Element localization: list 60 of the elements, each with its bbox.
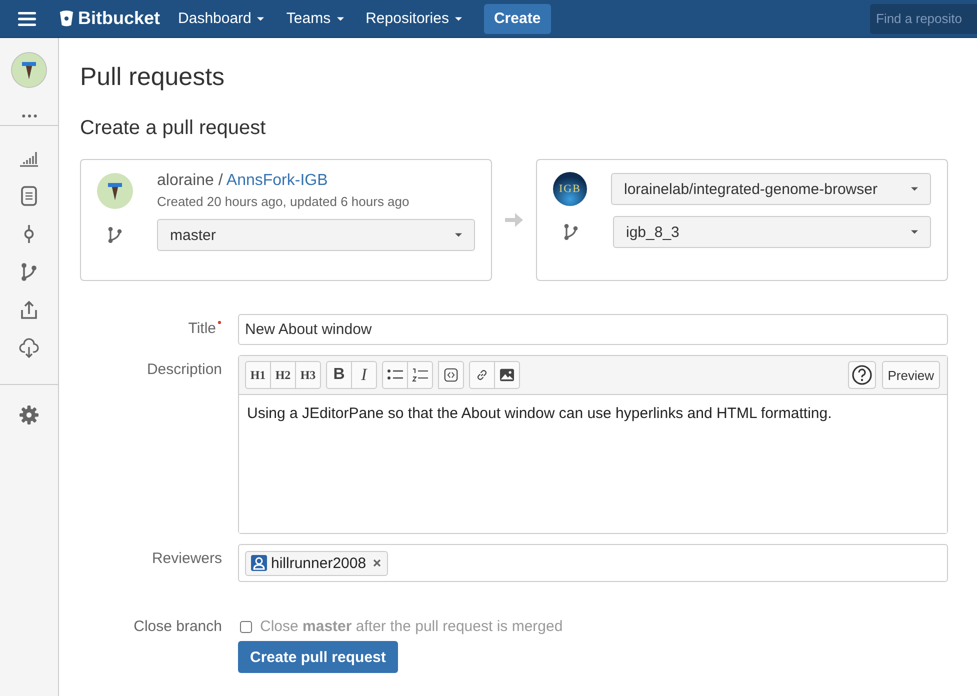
page-title: Pull requests (80, 62, 226, 92)
preview-button[interactable]: Preview (882, 361, 940, 389)
separator: / (217, 172, 224, 189)
repository-select[interactable]: lorainelab/integrated-genome-browser (611, 173, 931, 205)
owner-name: aloraine (157, 172, 214, 189)
caret-icon (911, 230, 918, 234)
branch-select[interactable]: master (157, 219, 475, 251)
reviewers-field[interactable]: hillrunner2008 (238, 544, 948, 582)
caret-icon (455, 233, 462, 237)
menu-icon[interactable] (18, 12, 36, 26)
code-button[interactable] (438, 361, 464, 389)
repo-link[interactable]: AnnsFork-IGB (226, 172, 328, 189)
branch-icon[interactable] (19, 262, 39, 282)
bold-button[interactable]: B (326, 361, 352, 389)
numbered-list-icon (412, 368, 428, 382)
bucket-logo-icon (59, 10, 74, 27)
image-icon (499, 368, 515, 382)
create-button[interactable]: Create (484, 4, 551, 34)
field-label: Close branch (134, 618, 222, 635)
title-field[interactable]: New About window (238, 314, 948, 345)
user-icon (251, 555, 267, 571)
nav-menu[interactable]: Dashboard (178, 10, 264, 27)
heading-button[interactable]: H3 (295, 361, 321, 389)
section-title: Create a pull request (80, 116, 267, 141)
search-field[interactable]: Find a reposito (870, 4, 977, 34)
heading-button[interactable]: H2 (270, 361, 296, 389)
branch-select[interactable]: igb_8_3 (613, 216, 931, 248)
field-label: Reviewers (152, 550, 222, 567)
field-label: Title (188, 320, 216, 337)
avatar-icon[interactable] (11, 52, 47, 88)
branch-icon (106, 226, 124, 244)
brand-name[interactable]: Bitbucket (78, 8, 160, 29)
arrow-right-icon (504, 212, 524, 228)
branch-icon (562, 223, 580, 241)
settings-icon[interactable] (19, 405, 39, 425)
avatar-icon (97, 172, 133, 208)
remove-icon[interactable] (373, 559, 382, 567)
code-icon (443, 368, 459, 382)
help-icon[interactable] (848, 361, 876, 389)
image-button[interactable] (494, 361, 520, 389)
checkbox-label: Close master after the pull request is merged (260, 618, 563, 635)
nav-menu[interactable]: Repositories (366, 10, 462, 27)
cloud-download-icon[interactable] (19, 338, 39, 358)
reviewer-name: hillrunner2008 (271, 554, 366, 572)
numbered-list-button[interactable] (407, 361, 433, 389)
italic-button[interactable]: I (351, 361, 377, 389)
upload-icon[interactable] (19, 300, 39, 320)
document-icon[interactable] (19, 186, 39, 206)
field-label: Description (146, 361, 222, 378)
nav-menu[interactable]: Teams (286, 10, 344, 27)
heading-button[interactable]: H1 (245, 361, 271, 389)
more-icon[interactable] (22, 114, 36, 118)
link-button[interactable] (469, 361, 495, 389)
close-branch-checkbox[interactable] (240, 620, 252, 632)
create-pull-request-button[interactable]: Create pull request (238, 641, 398, 673)
caret-icon (911, 187, 918, 191)
repo-logo: IGB (553, 172, 587, 206)
bulleted-list-button[interactable] (382, 361, 408, 389)
repo-meta: Created 20 hours ago, updated 6 hours ago (157, 194, 410, 209)
bulleted-list-icon (387, 368, 403, 382)
